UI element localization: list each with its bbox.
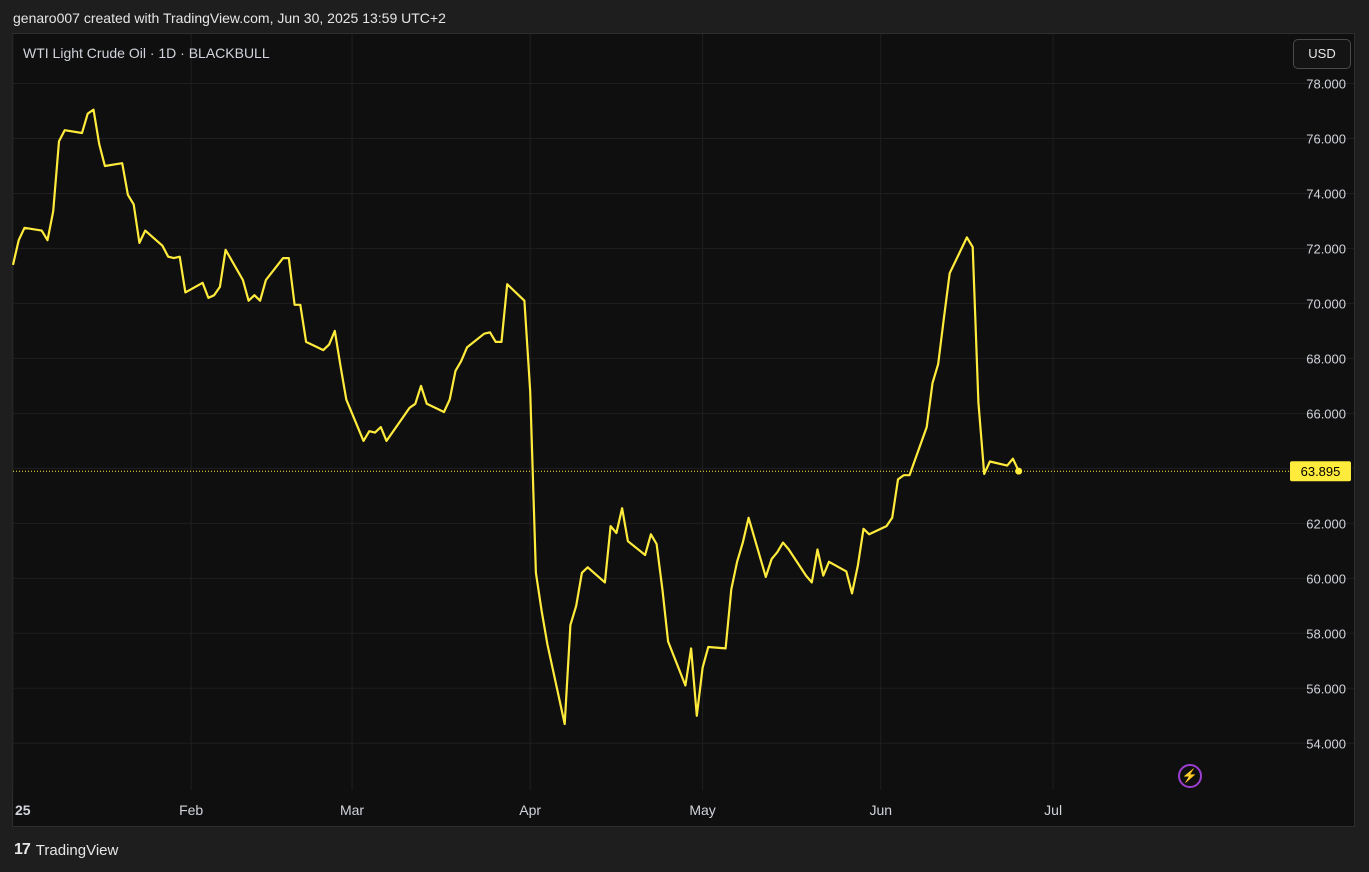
x-tick-label: 25: [15, 802, 31, 818]
y-tick-label: 58.000: [1306, 626, 1346, 641]
y-tick-label: 54.000: [1306, 736, 1346, 751]
x-tick-label: Feb: [179, 802, 203, 818]
last-price-label: 63.895: [1301, 464, 1341, 479]
y-tick-label: 66.000: [1306, 406, 1346, 421]
tradingview-wordmark: TradingView: [35, 841, 119, 859]
x-tick-label: May: [689, 802, 715, 818]
x-axis: 25 Feb Mar Apr May Jun Jul: [15, 802, 1062, 818]
y-tick-label: 78.000: [1306, 76, 1346, 91]
price-chart[interactable]: 78.000 76.000 74.000 72.000 70.000 68.000 66.0…: [0, 0, 1369, 872]
series-line: [11, 108, 1020, 726]
tradingview-logo[interactable]: 17 TradingView: [14, 841, 118, 859]
chart-grid: [12, 34, 1354, 790]
y-tick-label: 74.000: [1306, 186, 1346, 201]
y-tick-label: 56.000: [1306, 681, 1346, 696]
x-tick-label: Mar: [340, 802, 364, 818]
series-layer: [11, 108, 1023, 726]
y-tick-label: 76.000: [1306, 131, 1346, 146]
currency-button[interactable]: USD: [1293, 39, 1351, 69]
y-tick-label: 72.000: [1306, 241, 1346, 256]
lightning-icon[interactable]: ⚡: [1178, 764, 1202, 788]
x-tick-label: Apr: [519, 802, 541, 818]
symbol-label[interactable]: WTI Light Crude Oil · 1D · BLACKBULL: [23, 45, 270, 61]
y-tick-label: 62.000: [1306, 516, 1346, 531]
y-tick-label: 70.000: [1306, 296, 1346, 311]
y-axis: 78.000 76.000 74.000 72.000 70.000 68.000 66.0…: [1306, 76, 1346, 751]
tradingview-logo-icon: 17: [14, 841, 31, 858]
y-tick-label: 68.000: [1306, 351, 1346, 366]
last-price-layer: 63.895: [13, 461, 1351, 482]
x-tick-label: Jun: [869, 802, 892, 818]
x-tick-label: Jul: [1044, 802, 1062, 818]
y-tick-label: 60.000: [1306, 571, 1346, 586]
